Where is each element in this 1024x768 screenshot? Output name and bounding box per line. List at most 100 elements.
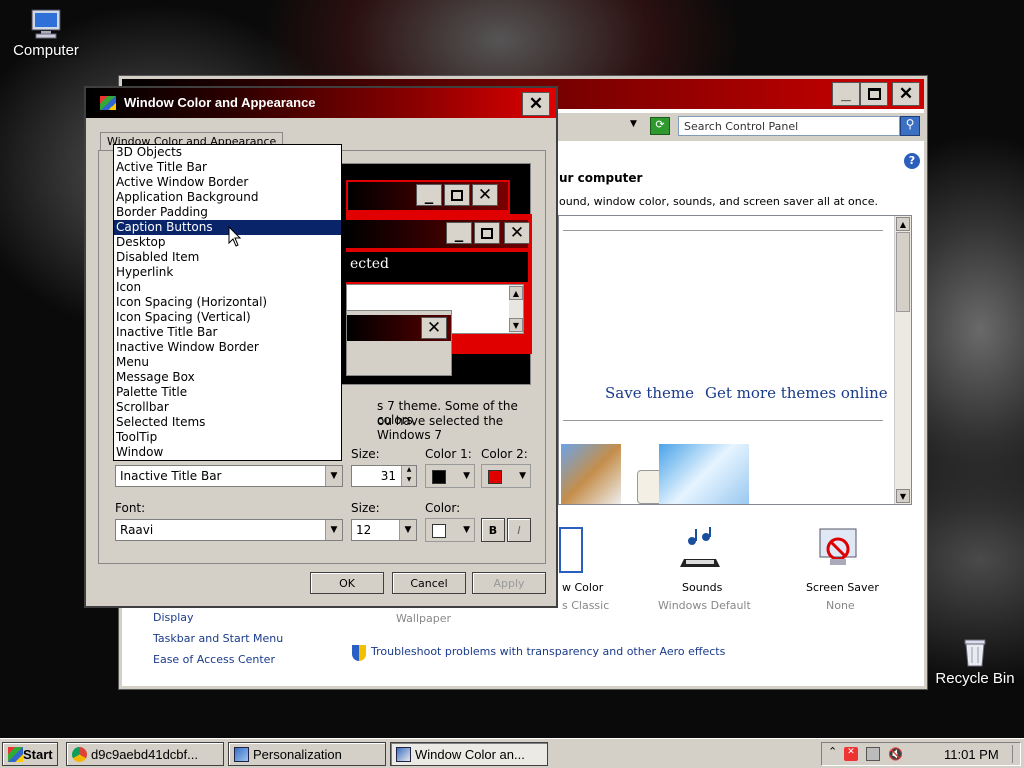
recycle-bin-label: Recycle Bin — [935, 670, 1015, 687]
help-icon[interactable]: ? — [904, 153, 920, 169]
dropdown-option[interactable]: ToolTip — [114, 430, 341, 445]
cp-minimize-button[interactable]: _ — [832, 82, 860, 106]
theme-thumbnail[interactable] — [659, 444, 749, 504]
italic-toggle[interactable]: I — [507, 518, 531, 542]
font-color-picker[interactable]: ▼ — [425, 518, 475, 542]
dropdown-option[interactable]: Message Box — [114, 370, 341, 385]
side-link-ease-of-access[interactable]: Ease of Access Center — [153, 653, 275, 666]
chevron-down-icon[interactable]: ▼ — [399, 520, 416, 540]
sounds-icon[interactable] — [676, 527, 726, 571]
cp-maximize-button[interactable] — [860, 82, 888, 106]
dropdown-option[interactable]: Active Title Bar — [114, 160, 341, 175]
dropdown-option[interactable]: 3D Objects — [114, 145, 341, 160]
bold-toggle[interactable]: B — [481, 518, 505, 542]
screen-saver-sub: None — [826, 599, 855, 612]
color1-picker[interactable]: ▼ — [425, 464, 475, 488]
font-combo[interactable]: Raavi ▼ — [115, 519, 343, 541]
volume-muted-icon[interactable]: 🔇 — [888, 747, 903, 761]
refresh-icon[interactable]: ⟳ — [650, 117, 670, 135]
dropdown-option[interactable]: Selected Items — [114, 415, 341, 430]
color2-label: Color 2: — [481, 447, 528, 461]
network-icon[interactable] — [866, 747, 880, 761]
color1-label: Color 1: — [425, 447, 472, 461]
dropdown-option[interactable]: Scrollbar — [114, 400, 341, 415]
divider — [563, 420, 883, 421]
wallpaper-sub: Wallpaper — [396, 612, 452, 625]
clock[interactable]: 11:01 PM — [944, 747, 999, 762]
dropdown-option[interactable]: Border Padding — [114, 205, 341, 220]
dropdown-option[interactable]: Palette Title — [114, 385, 341, 400]
dropdown-option[interactable]: Window — [114, 445, 341, 460]
chevron-down-icon[interactable]: ▼ — [325, 466, 342, 486]
cancel-button[interactable]: Cancel — [392, 572, 466, 594]
get-more-themes-link[interactable]: Get more themes online — [705, 384, 888, 402]
side-link-display[interactable]: Display — [153, 611, 194, 624]
preview-message-box: ✕ — [346, 310, 452, 376]
show-desktop-button[interactable] — [1012, 745, 1018, 763]
chevron-down-icon[interactable]: ▼ — [325, 520, 342, 540]
window-color-sub: s Classic — [562, 599, 610, 612]
save-theme-link[interactable]: Save theme — [605, 384, 694, 402]
shield-icon — [352, 645, 366, 661]
preview-close-icon: ✕ — [504, 222, 530, 244]
font-color-swatch — [432, 524, 446, 538]
desktop-icon-recycle-bin[interactable]: Recycle Bin — [930, 636, 1020, 687]
task-personalization[interactable]: Personalization — [228, 742, 386, 766]
taskbar: Start d9c9aebd41dcbf... Personalization … — [0, 738, 1024, 768]
font-size-combo[interactable]: 12 ▼ — [351, 519, 417, 541]
font-color-label: Color: — [425, 501, 461, 515]
search-input[interactable]: Search Control Panel — [678, 116, 900, 136]
sounds-label[interactable]: Sounds — [682, 581, 722, 594]
cp-close-button[interactable]: ✕ — [892, 82, 920, 106]
dropdown-option[interactable]: Disabled Item — [114, 250, 341, 265]
item-combo-value: Inactive Title Bar — [120, 469, 222, 483]
screen-saver-icon[interactable] — [816, 527, 862, 571]
chevron-up-icon[interactable]: ⌃ — [828, 745, 837, 758]
dropdown-option[interactable]: Icon Spacing (Horizontal) — [114, 295, 341, 310]
theme-thumbnail[interactable] — [561, 444, 621, 504]
close-icon: ✕ — [528, 94, 544, 113]
themes-list[interactable]: Save theme Get more themes online ▲ ▼ — [558, 215, 912, 505]
search-icon[interactable]: ⚲ — [900, 116, 920, 136]
maximize-icon — [867, 88, 881, 100]
dropdown-option[interactable]: Icon — [114, 280, 341, 295]
task-chrome[interactable]: d9c9aebd41dcbf... — [66, 742, 224, 766]
dropdown-option[interactable]: Menu — [114, 355, 341, 370]
apply-button[interactable]: Apply — [472, 572, 546, 594]
preview-maximize-icon — [444, 184, 470, 206]
address-dropdown-icon[interactable]: ▼ — [630, 119, 637, 129]
ok-button[interactable]: OK — [310, 572, 384, 594]
action-center-icon[interactable]: ✕ — [844, 747, 858, 761]
desktop-icon-computer[interactable]: Computer — [6, 8, 86, 59]
item-dropdown-list[interactable]: 3D Objects Active Title Bar Active Window … — [113, 144, 342, 461]
dialog-close-button[interactable]: ✕ — [522, 92, 550, 116]
system-tray: ⌃ ✕ 🔇 11:01 PM — [821, 742, 1021, 766]
side-link-taskbar[interactable]: Taskbar and Start Menu — [153, 632, 283, 645]
stepper-up-icon[interactable]: ▲ — [401, 466, 416, 476]
dropdown-option[interactable]: Hyperlink — [114, 265, 341, 280]
dropdown-option[interactable]: Application Background — [114, 190, 341, 205]
dropdown-option[interactable]: Active Window Border — [114, 175, 341, 190]
troubleshoot-link[interactable]: Troubleshoot problems with transparency … — [371, 645, 725, 658]
scroll-up-icon[interactable]: ▲ — [896, 217, 910, 231]
color2-picker[interactable]: ▼ — [481, 464, 531, 488]
item-size-stepper[interactable]: 31 ▲ ▼ — [351, 465, 417, 487]
stepper-down-icon[interactable]: ▼ — [401, 476, 416, 486]
preview-maximize-icon — [474, 222, 500, 244]
window-color-label[interactable]: w Color — [562, 581, 603, 594]
preview-close-icon: ✕ — [421, 317, 447, 339]
preview-minimize-icon: _ — [446, 222, 472, 244]
item-combo[interactable]: Inactive Title Bar ▼ — [115, 465, 343, 487]
dialog-titlebar[interactable]: Window Color and Appearance ✕ — [86, 88, 556, 118]
dropdown-option[interactable]: Inactive Title Bar — [114, 325, 341, 340]
dropdown-option[interactable]: Icon Spacing (Vertical) — [114, 310, 341, 325]
task-window-color[interactable]: Window Color an... — [390, 742, 548, 766]
window-color-icon[interactable] — [559, 527, 583, 573]
screen-saver-label[interactable]: Screen Saver — [806, 581, 879, 594]
scroll-thumb[interactable] — [896, 232, 910, 312]
scroll-down-icon[interactable]: ▼ — [896, 489, 910, 503]
themes-scrollbar[interactable]: ▲ ▼ — [894, 216, 911, 504]
cp-description: ound, window color, sounds, and screen s… — [559, 195, 879, 208]
dropdown-option[interactable]: Inactive Window Border — [114, 340, 341, 355]
start-button[interactable]: Start — [2, 742, 58, 766]
